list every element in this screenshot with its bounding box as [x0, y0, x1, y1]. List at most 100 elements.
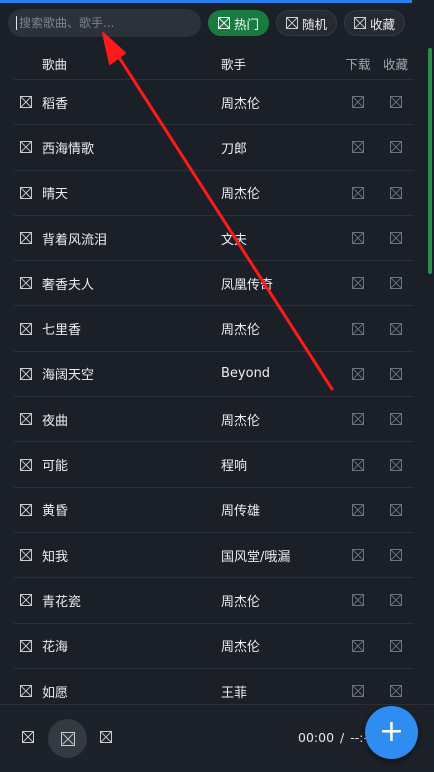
play-icon[interactable] [20, 322, 32, 335]
favorite-cell[interactable] [377, 322, 414, 335]
favorite-icon[interactable] [389, 96, 402, 109]
row-play-cell[interactable] [14, 413, 42, 426]
play-icon[interactable] [20, 141, 32, 154]
table-row[interactable]: 夜曲 周杰伦 [14, 397, 414, 443]
favorite-cell[interactable] [377, 413, 414, 426]
filter-hot-button[interactable]: 热门 [208, 10, 270, 36]
favorite-cell[interactable] [377, 367, 414, 380]
download-icon[interactable] [352, 141, 364, 154]
favorite-cell[interactable] [377, 549, 414, 562]
play-icon[interactable] [20, 594, 32, 607]
favorite-icon[interactable] [389, 503, 402, 516]
table-row[interactable]: 奢香夫人 凤凰传奇 [14, 261, 414, 307]
play-icon[interactable] [20, 277, 32, 290]
favorite-cell[interactable] [377, 503, 414, 516]
table-row[interactable]: 知我 国风堂/哦漏 [14, 533, 414, 579]
favorite-icon[interactable] [389, 367, 402, 380]
table-row[interactable]: 青花瓷 周杰伦 [14, 578, 414, 624]
prev-track-icon[interactable] [22, 731, 34, 743]
download-icon[interactable] [352, 549, 364, 562]
download-cell[interactable] [339, 322, 377, 335]
play-icon[interactable] [20, 639, 32, 652]
filter-favorites-button[interactable]: 收藏 [344, 10, 406, 36]
play-icon[interactable] [20, 413, 32, 426]
search-input[interactable] [19, 9, 201, 37]
row-play-cell[interactable] [14, 549, 42, 562]
download-cell[interactable] [339, 594, 377, 607]
download-cell[interactable] [339, 549, 377, 562]
favorite-cell[interactable] [377, 277, 414, 290]
favorite-cell[interactable] [377, 685, 414, 697]
favorite-cell[interactable] [377, 96, 414, 109]
download-icon[interactable] [352, 685, 364, 697]
row-play-cell[interactable] [14, 322, 42, 335]
download-cell[interactable] [339, 458, 377, 471]
favorite-icon[interactable] [389, 277, 402, 290]
favorite-cell[interactable] [377, 639, 414, 652]
row-play-cell[interactable] [14, 96, 42, 109]
favorite-icon[interactable] [389, 322, 402, 335]
download-icon[interactable] [352, 413, 364, 426]
download-icon[interactable] [352, 186, 364, 199]
row-play-cell[interactable] [14, 277, 42, 290]
download-icon[interactable] [352, 503, 364, 516]
row-play-cell[interactable] [14, 458, 42, 471]
download-cell[interactable] [339, 685, 377, 697]
download-icon[interactable] [352, 367, 364, 380]
download-cell[interactable] [339, 367, 377, 380]
row-play-cell[interactable] [14, 594, 42, 607]
table-row[interactable]: 可能 程响 [14, 442, 414, 488]
table-row[interactable]: 海阔天空 Beyond [14, 352, 414, 398]
table-row[interactable]: 西海情歌 刀郎 [14, 125, 414, 171]
table-row[interactable]: 晴天 周杰伦 [14, 171, 414, 216]
next-track-icon[interactable] [100, 731, 112, 743]
list-scrollbar[interactable] [428, 48, 432, 274]
play-button[interactable] [48, 719, 87, 758]
favorite-icon[interactable] [389, 141, 402, 154]
favorite-icon[interactable] [389, 232, 402, 245]
favorite-icon[interactable] [389, 639, 402, 652]
favorite-icon[interactable] [389, 186, 402, 199]
download-cell[interactable] [339, 413, 377, 426]
play-icon[interactable] [20, 186, 32, 199]
add-button[interactable]: + [365, 706, 418, 759]
download-cell[interactable] [339, 232, 377, 245]
download-icon[interactable] [352, 594, 364, 607]
download-cell[interactable] [339, 639, 377, 652]
table-row[interactable]: 如愿 王菲 [14, 669, 414, 704]
download-icon[interactable] [352, 458, 364, 471]
download-cell[interactable] [339, 96, 377, 109]
row-play-cell[interactable] [14, 367, 42, 380]
favorite-icon[interactable] [389, 413, 402, 426]
play-icon[interactable] [20, 232, 32, 245]
table-row[interactable]: 七里香 周杰伦 [14, 306, 414, 352]
play-icon[interactable] [20, 367, 32, 380]
filter-random-button[interactable]: 随机 [276, 10, 338, 36]
play-icon[interactable] [20, 458, 32, 471]
row-play-cell[interactable] [14, 639, 42, 652]
row-play-cell[interactable] [14, 141, 42, 154]
table-row[interactable]: 黄昏 周传雄 [14, 488, 414, 533]
download-cell[interactable] [339, 186, 377, 199]
download-icon[interactable] [352, 277, 364, 290]
play-icon[interactable] [20, 685, 32, 697]
download-cell[interactable] [339, 277, 377, 290]
favorite-cell[interactable] [377, 594, 414, 607]
table-row[interactable]: 稻香 周杰伦 [14, 80, 414, 126]
favorite-icon[interactable] [389, 594, 402, 607]
favorite-cell[interactable] [377, 141, 414, 154]
row-play-cell[interactable] [14, 685, 42, 697]
download-icon[interactable] [352, 96, 364, 109]
download-icon[interactable] [352, 232, 364, 245]
table-row[interactable]: 背着风流泪 文夫 [14, 216, 414, 262]
favorite-icon[interactable] [389, 685, 402, 697]
favorite-icon[interactable] [389, 549, 402, 562]
row-play-cell[interactable] [14, 503, 42, 516]
row-play-cell[interactable] [14, 186, 42, 199]
download-cell[interactable] [339, 503, 377, 516]
download-icon[interactable] [352, 322, 364, 335]
favorite-icon[interactable] [389, 458, 402, 471]
favorite-cell[interactable] [377, 186, 414, 199]
play-icon[interactable] [20, 96, 32, 109]
row-play-cell[interactable] [14, 232, 42, 245]
